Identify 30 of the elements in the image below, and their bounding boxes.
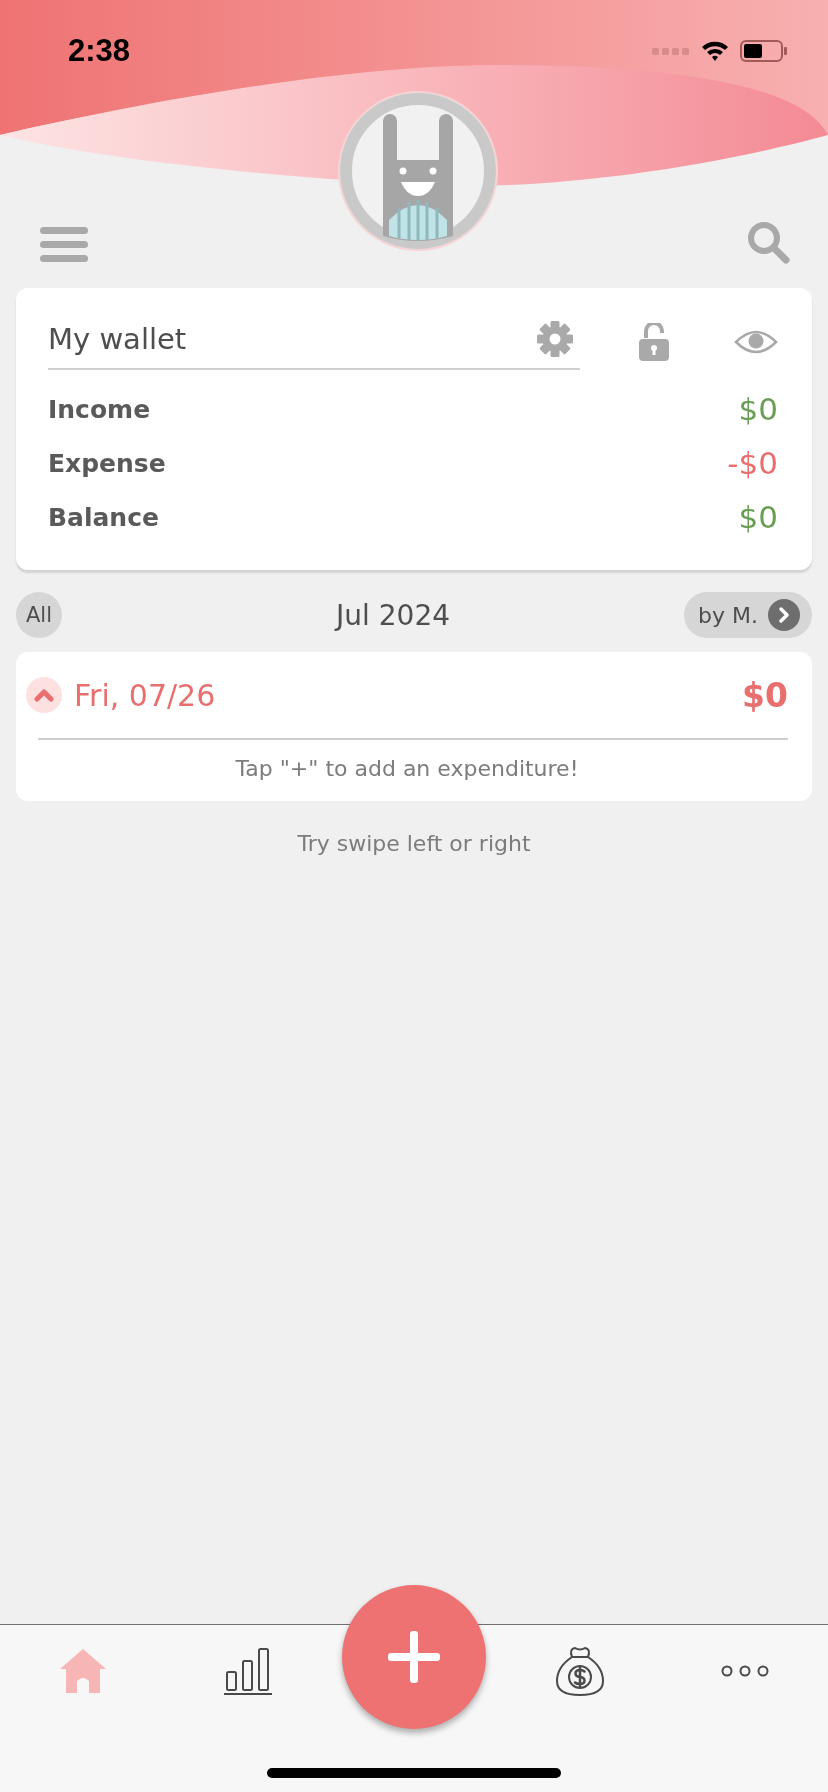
status-time: 2:38 <box>68 33 131 69</box>
swipe-hint: Try swipe left or right <box>297 831 531 856</box>
bunny-avatar-icon[interactable] <box>337 90 499 252</box>
wallet-name[interactable]: My wallet <box>48 322 187 356</box>
menu-icon <box>40 226 90 264</box>
period-title: Jul 2024 <box>336 598 450 632</box>
summary-label: Income <box>48 394 151 424</box>
bar-chart-icon <box>224 1647 273 1695</box>
battery-icon <box>740 39 788 63</box>
chevron-up-icon <box>34 688 54 702</box>
summary-label: Expense <box>48 448 166 478</box>
day-date: Fri, 07/26 <box>74 677 217 713</box>
summary-amount: $0 <box>738 499 778 535</box>
settings-icon <box>536 320 574 358</box>
eye-icon <box>734 328 778 356</box>
empty-message: Tap "+" to add an expenditure! <box>235 756 579 781</box>
group-by-button[interactable]: by M. <box>684 592 812 638</box>
search-icon <box>746 220 790 264</box>
signal-icon <box>652 46 690 56</box>
more-icon <box>721 1664 770 1678</box>
wifi-icon <box>700 39 730 63</box>
chevron-right-icon <box>768 599 800 631</box>
summary-amount: $0 <box>738 391 778 427</box>
day-total: $0 <box>742 675 788 715</box>
plus-icon <box>386 1629 442 1685</box>
collapse-button[interactable] <box>26 677 62 713</box>
summary-label: Balance <box>48 502 159 532</box>
summary-amount: -$0 <box>727 445 778 481</box>
money-bag-icon <box>554 1645 605 1697</box>
all-button[interactable]: All <box>16 592 63 638</box>
